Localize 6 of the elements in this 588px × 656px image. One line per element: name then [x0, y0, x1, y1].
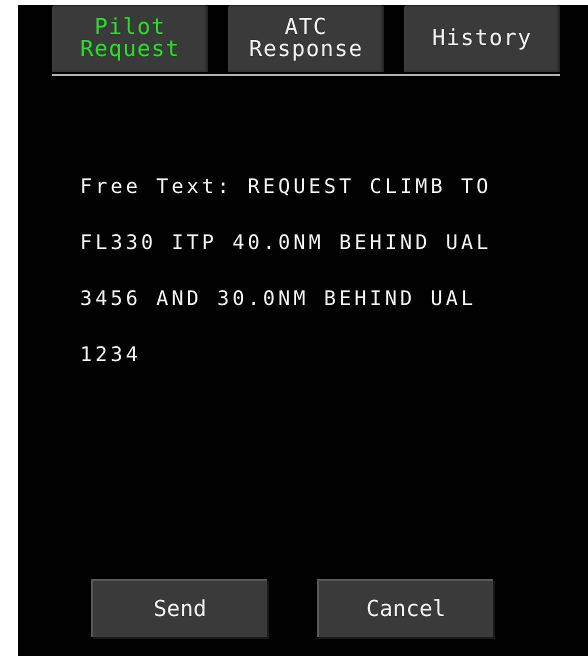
action-button[interactable]: Send	[91, 579, 267, 637]
tab[interactable]: History	[404, 5, 560, 72]
tab[interactable]: ATC Response	[228, 5, 384, 72]
action-button[interactable]: Cancel	[317, 579, 493, 637]
tab[interactable]: Pilot Request	[52, 5, 208, 72]
message-text: Free Text: REQUEST CLIMB TO FL330 ITP 40.0NM BEHIND UAL 3456 AND 30.0NM BEHIND UAL 1234	[80, 173, 493, 368]
